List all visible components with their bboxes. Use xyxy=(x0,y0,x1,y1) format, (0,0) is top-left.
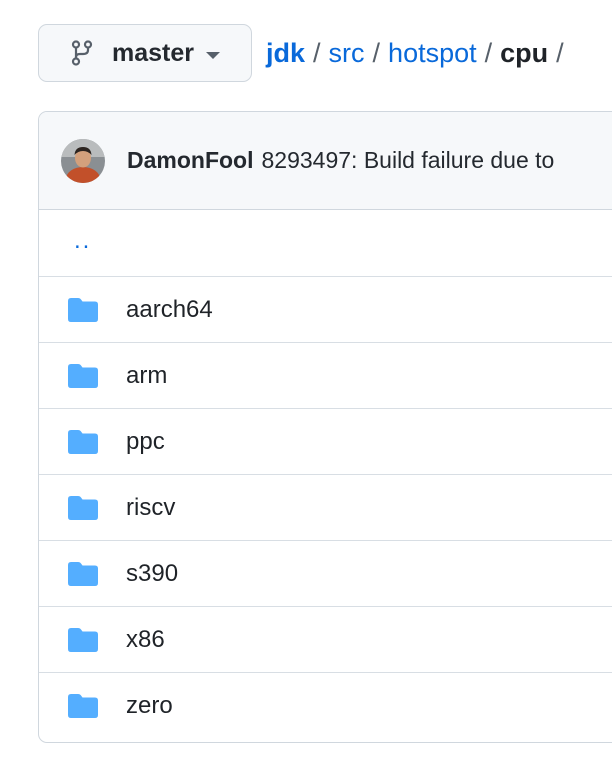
folder-row-riscv[interactable]: riscv xyxy=(39,474,612,540)
top-bar: master jdk / src / hotspot / cpu / xyxy=(38,24,572,82)
folder-name[interactable]: ppc xyxy=(126,428,165,456)
folder-icon xyxy=(68,429,98,454)
folder-icon xyxy=(68,693,98,718)
user-avatar[interactable] xyxy=(61,138,105,183)
parent-directory-row[interactable]: .. xyxy=(39,210,612,276)
breadcrumb: jdk / src / hotspot / cpu / xyxy=(266,38,572,69)
folder-name[interactable]: riscv xyxy=(126,494,175,522)
folder-icon xyxy=(68,495,98,520)
latest-commit-bar: DamonFool 8293497: Build failure due to xyxy=(39,112,612,210)
git-branch-icon xyxy=(71,40,93,66)
branch-label: master xyxy=(112,38,194,67)
breadcrumb-root-jdk[interactable]: jdk xyxy=(266,38,305,69)
breadcrumb-separator: / xyxy=(484,37,493,68)
file-browser: DamonFool 8293497: Build failure due to … xyxy=(38,111,612,743)
commit-message[interactable]: 8293497: Build failure due to xyxy=(262,147,555,174)
folder-icon xyxy=(68,363,98,388)
folder-row-ppc[interactable]: ppc xyxy=(39,408,612,474)
breadcrumb-separator: / xyxy=(372,37,381,68)
folder-name[interactable]: s390 xyxy=(126,560,178,588)
breadcrumb-separator: / xyxy=(313,37,321,68)
breadcrumb-current-cpu: cpu xyxy=(500,37,549,68)
parent-directory-link[interactable]: .. xyxy=(74,227,91,255)
folder-row-s390[interactable]: s390 xyxy=(39,540,612,606)
triangle-down-icon xyxy=(206,51,220,59)
folder-row-arm[interactable]: arm xyxy=(39,342,612,408)
folder-icon xyxy=(68,627,98,652)
breadcrumb-separator: / xyxy=(556,37,564,68)
commit-author[interactable]: DamonFool xyxy=(127,147,254,174)
folder-row-aarch64[interactable]: aarch64 xyxy=(39,276,612,342)
folder-name[interactable]: aarch64 xyxy=(126,296,213,324)
branch-select-button[interactable]: master xyxy=(38,24,252,82)
breadcrumb-item-src[interactable]: src xyxy=(329,38,365,69)
folder-row-x86[interactable]: x86 xyxy=(39,606,612,672)
folder-name[interactable]: zero xyxy=(126,692,173,720)
folder-icon xyxy=(68,561,98,586)
folder-name[interactable]: arm xyxy=(126,362,167,390)
folder-name[interactable]: x86 xyxy=(126,626,165,654)
folder-icon xyxy=(68,297,98,322)
folder-row-zero[interactable]: zero xyxy=(39,672,612,738)
breadcrumb-item-hotspot[interactable]: hotspot xyxy=(388,38,477,69)
